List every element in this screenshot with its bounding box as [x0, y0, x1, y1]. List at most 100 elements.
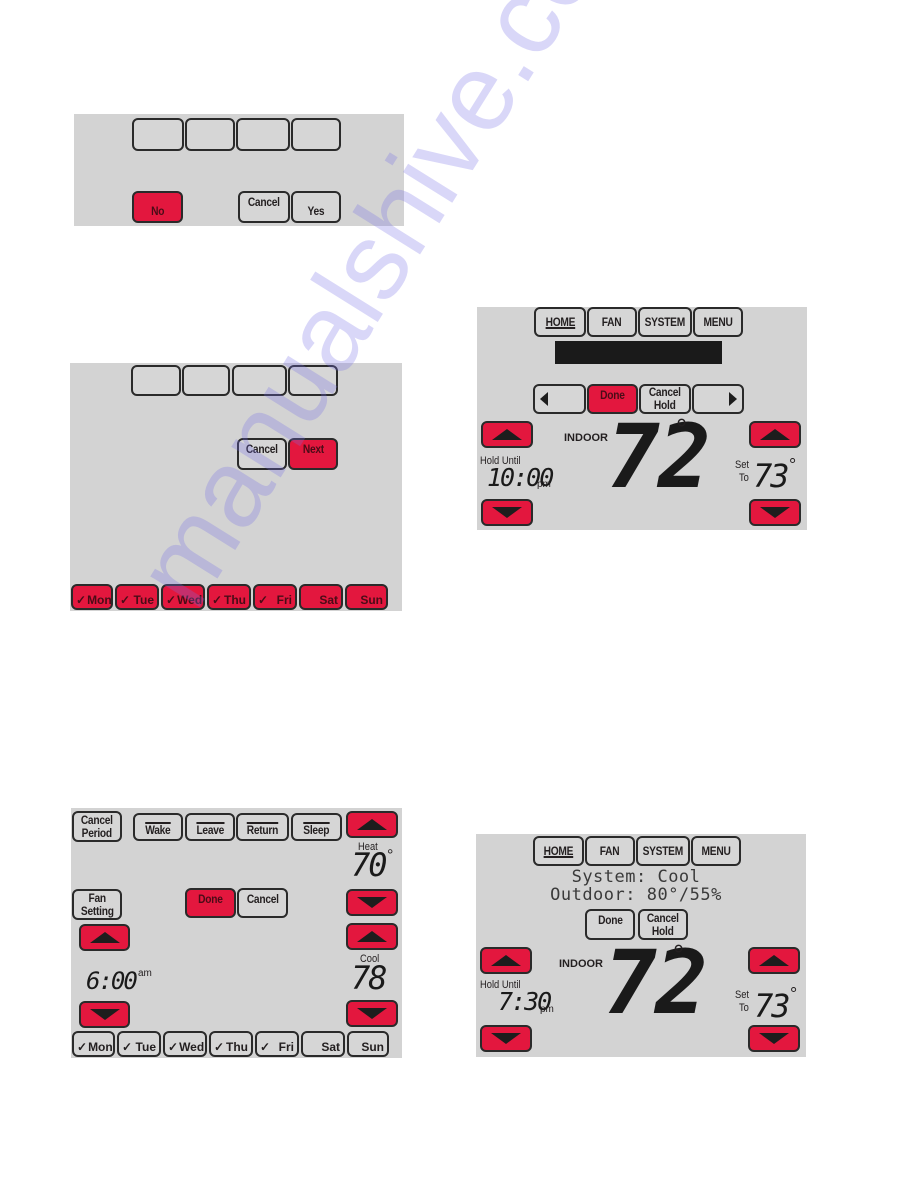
- hold-time-down-button[interactable]: [481, 499, 533, 526]
- up-arrow-icon: [492, 429, 522, 440]
- cancel-button[interactable]: Cancel: [238, 191, 290, 223]
- setpoint-down-button[interactable]: [749, 499, 801, 526]
- no-label: No: [150, 204, 165, 218]
- checkmark-icon: ✓: [166, 593, 177, 607]
- return-period-button[interactable]: Return: [236, 813, 289, 841]
- setpoint-down-button[interactable]: [748, 1025, 800, 1052]
- blank-tab-2[interactable]: [185, 118, 235, 151]
- cool-down-button[interactable]: [346, 1000, 398, 1027]
- blank-tab-1[interactable]: [132, 118, 184, 151]
- blank-tab-3[interactable]: [232, 365, 287, 396]
- day-button-sun[interactable]: Sun: [345, 584, 388, 610]
- heat-down-button[interactable]: [346, 889, 398, 916]
- time-down-button[interactable]: [79, 1001, 130, 1028]
- message-bar: [555, 341, 722, 364]
- set-to-label-1: Set: [735, 459, 750, 471]
- blank-tab-1[interactable]: [131, 365, 181, 396]
- down-arrow-icon: [491, 1033, 521, 1044]
- setpoint-up-button[interactable]: [749, 421, 801, 448]
- day-button-sun[interactable]: Sun: [347, 1031, 389, 1057]
- day-button-fri[interactable]: ✓ Fri: [253, 584, 297, 610]
- day-label: Wed: [177, 593, 203, 607]
- scroll-left-button[interactable]: [533, 384, 586, 414]
- day-button-sat[interactable]: Sat: [299, 584, 343, 610]
- copy-days-panel: Cancel Next ✓ Mon ✓ Tue ✓ Wed ✓ Thu ✓ Fri Sat Sun: [70, 363, 402, 611]
- hold-until-ampm: pm: [537, 479, 551, 490]
- day-label: Fri: [278, 1040, 294, 1054]
- cancel-button[interactable]: Cancel: [237, 888, 288, 918]
- set-to-label-2: To: [739, 472, 749, 484]
- schedule-edit-panel: Cancel Period Wake Leave Return Sleep He…: [71, 808, 402, 1058]
- checkmark-icon: ✓: [76, 593, 87, 607]
- no-button[interactable]: No: [132, 191, 183, 223]
- menu-tab[interactable]: MENU: [693, 307, 743, 337]
- leave-period-button[interactable]: Leave: [185, 813, 235, 841]
- right-arrow-icon: [729, 392, 737, 406]
- indoor-label: INDOOR: [559, 958, 603, 970]
- home-tab[interactable]: HOME: [533, 836, 584, 866]
- sleep-label: Sleep: [303, 822, 330, 837]
- heat-up-button[interactable]: [346, 811, 398, 838]
- fan-tab-label: FAN: [600, 843, 620, 858]
- cool-up-button[interactable]: [346, 923, 398, 950]
- day-button-wed[interactable]: ✓ Wed: [161, 584, 205, 610]
- blank-tab-2[interactable]: [182, 365, 230, 396]
- day-button-tue[interactable]: ✓ Tue: [115, 584, 159, 610]
- day-button-wed[interactable]: ✓ Wed: [163, 1031, 207, 1057]
- home-tab[interactable]: HOME: [534, 307, 586, 337]
- set-degree: °: [790, 984, 798, 1004]
- yes-button[interactable]: Yes: [291, 191, 341, 223]
- checkmark-icon: ✓: [77, 1040, 88, 1054]
- wake-period-button[interactable]: Wake: [133, 813, 183, 841]
- indoor-degree: °: [676, 413, 688, 444]
- system-tab-label: SYSTEM: [644, 314, 686, 329]
- hold-time-down-button[interactable]: [480, 1025, 532, 1052]
- day-label: Fri: [276, 593, 292, 607]
- day-label: Sat: [319, 593, 338, 607]
- setpoint-up-button[interactable]: [748, 947, 800, 974]
- day-label: Wed: [179, 1040, 205, 1054]
- time-up-button[interactable]: [79, 924, 130, 951]
- day-button-tue[interactable]: ✓ Tue: [117, 1031, 161, 1057]
- fan-setting-button[interactable]: Fan Setting: [72, 889, 122, 920]
- day-button-sat[interactable]: Sat: [301, 1031, 345, 1057]
- blank-tab-4[interactable]: [288, 365, 338, 396]
- blank-tab-3[interactable]: [236, 118, 290, 151]
- menu-tab[interactable]: MENU: [691, 836, 741, 866]
- day-label: Sun: [361, 1040, 384, 1054]
- done-label: Done: [597, 913, 623, 927]
- done-label: Done: [198, 892, 223, 906]
- fan-tab[interactable]: FAN: [585, 836, 635, 866]
- day-button-mon[interactable]: ✓ Mon: [72, 1031, 115, 1057]
- up-arrow-icon: [357, 819, 387, 830]
- cool-temperature: 78: [351, 959, 388, 997]
- indoor-temperature: 72: [604, 931, 708, 1034]
- hold-time-up-button[interactable]: [480, 947, 532, 974]
- home-tab-label: HOME: [543, 843, 574, 858]
- system-tab-label: SYSTEM: [642, 843, 684, 858]
- system-tab[interactable]: SYSTEM: [638, 307, 692, 337]
- checkmark-icon: ✓: [120, 593, 131, 607]
- day-button-mon[interactable]: ✓ Mon: [71, 584, 113, 610]
- day-button-fri[interactable]: ✓ Fri: [255, 1031, 299, 1057]
- hold-until-ampm: pm: [540, 1004, 554, 1015]
- cancel-button[interactable]: Cancel: [237, 438, 287, 470]
- down-arrow-icon: [89, 1009, 120, 1020]
- system-tab[interactable]: SYSTEM: [636, 836, 690, 866]
- cancel-label: Cancel: [248, 195, 280, 209]
- left-arrow-icon: [540, 392, 548, 406]
- day-button-thu[interactable]: ✓ Thu: [207, 584, 251, 610]
- hold-time-up-button[interactable]: [481, 421, 533, 448]
- outdoor-status-line: Outdoor: 80°/55%: [550, 885, 722, 905]
- sleep-period-button[interactable]: Sleep: [291, 813, 342, 841]
- cancel-period-button[interactable]: Cancel Period: [72, 811, 122, 842]
- up-arrow-icon: [491, 955, 521, 966]
- heat-degree: °: [387, 847, 394, 864]
- done-button[interactable]: Done: [185, 888, 236, 918]
- next-button[interactable]: Next: [288, 438, 338, 470]
- fan-tab[interactable]: FAN: [587, 307, 637, 337]
- blank-tab-4[interactable]: [291, 118, 341, 151]
- set-temperature: 73: [754, 987, 791, 1025]
- day-label: Thu: [226, 1040, 248, 1054]
- day-button-thu[interactable]: ✓ Thu: [209, 1031, 253, 1057]
